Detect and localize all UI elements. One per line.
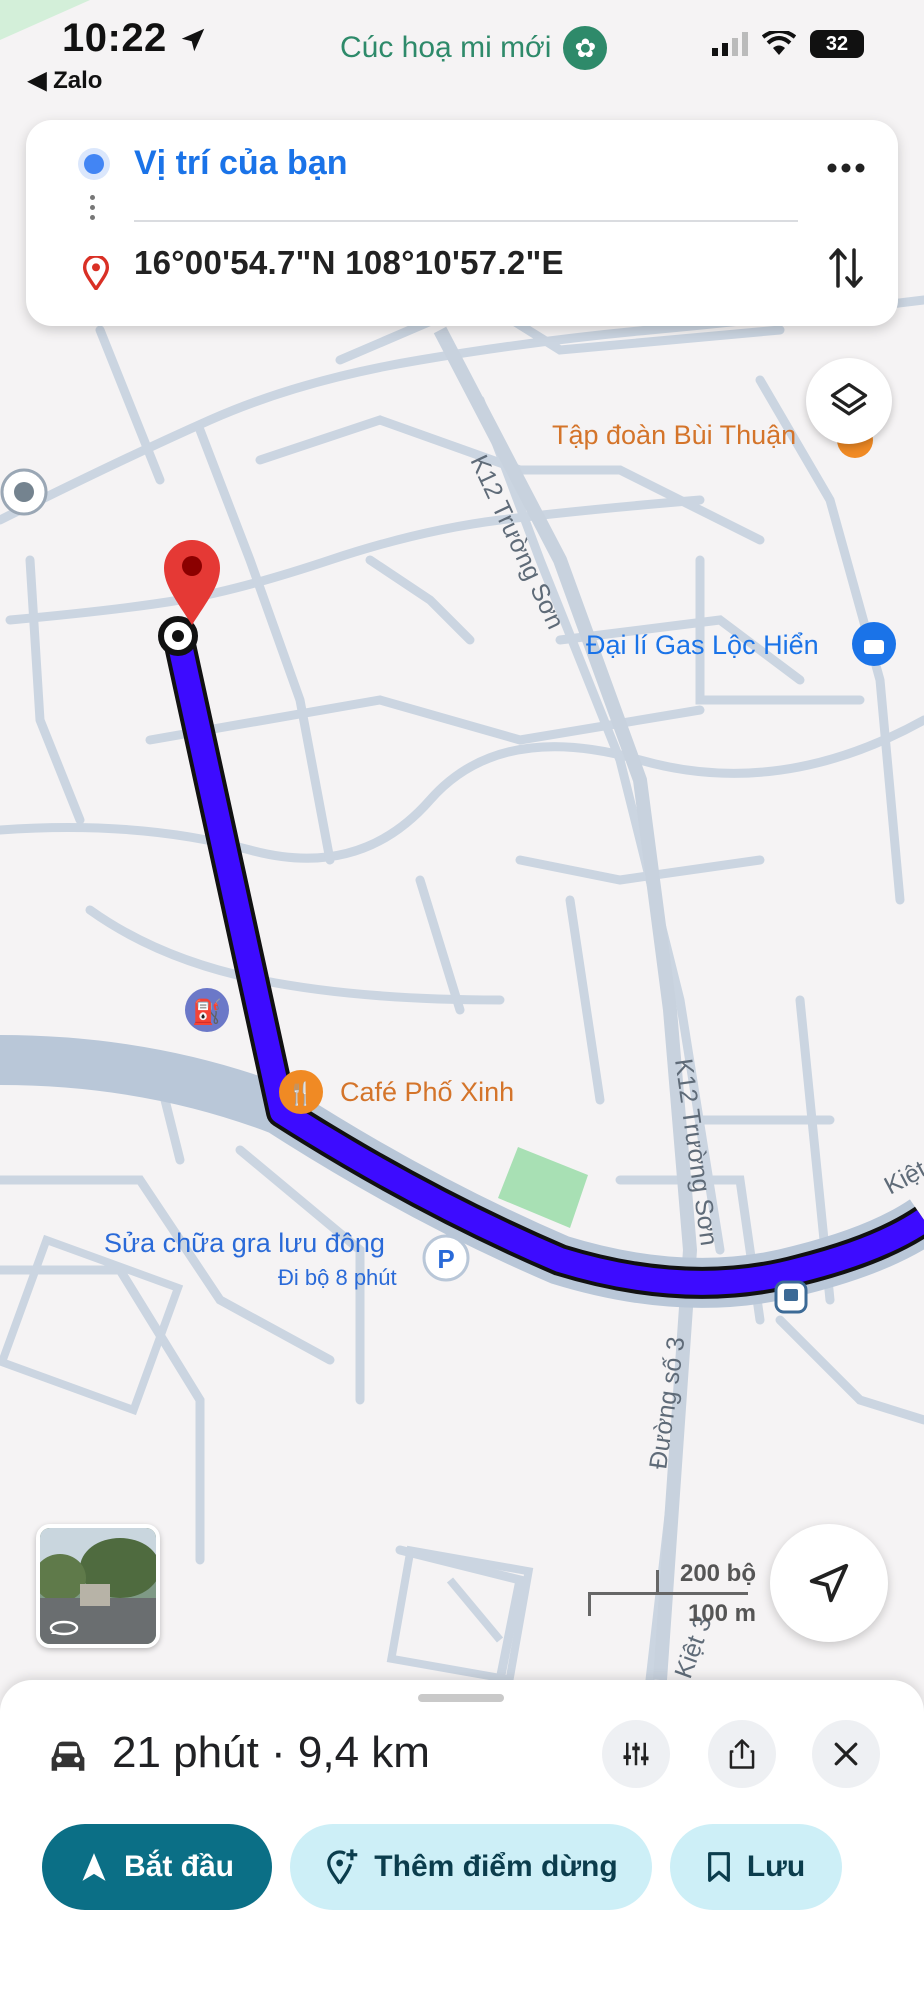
poi-walk-note: Đi bộ 8 phút	[278, 1265, 397, 1290]
rotate-360-icon	[49, 1620, 79, 1636]
swap-route-button[interactable]	[816, 238, 876, 298]
more-horiz-icon	[827, 163, 865, 173]
sheet-drag-handle[interactable]	[418, 1694, 504, 1702]
add-stop-button[interactable]: Thêm điểm dừng	[290, 1824, 652, 1910]
navigation-icon	[82, 1853, 106, 1881]
poi-cafe-pho-xinh[interactable]: Café Phố Xinh	[340, 1077, 514, 1108]
route-options-button[interactable]	[602, 1720, 670, 1788]
save-label: Lưu	[746, 1850, 806, 1883]
directions-card: Vị trí của bạn 16°00'54.7"N 108°10'57.2"…	[26, 120, 898, 326]
close-icon	[834, 1742, 858, 1766]
poi-gas-loc-hien[interactable]: Đại lí Gas Lộc Hiển	[586, 630, 819, 661]
start-label: Bắt đầu	[123, 1850, 234, 1883]
tune-icon	[623, 1742, 649, 1766]
flower-icon: ✿	[563, 26, 608, 70]
battery-indicator: 32	[810, 30, 864, 58]
signal-icon	[712, 32, 748, 56]
layers-icon	[830, 382, 868, 416]
share-icon	[729, 1739, 755, 1769]
start-navigation-button[interactable]: Bắt đầu	[42, 1824, 272, 1910]
map-scale: 200 bộ 100 m	[586, 1560, 756, 1627]
destination-pin-small-icon	[82, 256, 110, 290]
poi-sua-chua[interactable]: Sửa chữa gra lưu đông	[104, 1228, 385, 1259]
destination-field[interactable]: 16°00'54.7"N 108°10'57.2"E	[134, 244, 564, 282]
save-button[interactable]: Lưu	[670, 1824, 842, 1910]
scale-feet-label: 200 bộ	[679, 1560, 756, 1587]
scale-meter-label: 100 m	[687, 1600, 756, 1627]
svg-text:🍴: 🍴	[287, 1081, 314, 1107]
navigation-arrow-icon	[809, 1563, 849, 1603]
status-time: 10:22	[62, 16, 208, 61]
layers-button[interactable]	[806, 358, 892, 444]
street-view-thumbnail[interactable]	[36, 1524, 160, 1648]
location-arrow-icon	[182, 29, 205, 52]
my-location-button[interactable]	[770, 1524, 888, 1642]
car-icon	[51, 1741, 85, 1771]
svg-text:⛽: ⛽	[192, 998, 222, 1026]
svg-text:P: P	[437, 1244, 454, 1274]
add-stop-label: Thêm điểm dừng	[374, 1850, 618, 1883]
route-bottom-sheet: 21 phút · 9,4 km Bắt đầu Thêm điểm dừng	[0, 1680, 924, 2000]
more-options-button[interactable]	[816, 140, 876, 196]
wifi-icon	[762, 31, 796, 55]
bookmark-icon	[707, 1852, 730, 1882]
my-location-dot-icon	[84, 154, 104, 174]
route-dots-icon	[90, 190, 96, 225]
origin-field[interactable]: Vị trí của bạn	[134, 144, 348, 183]
trip-summary: 21 phút · 9,4 km	[112, 1728, 430, 1777]
notification-banner: Cúc hoạ mi mới ✿	[340, 26, 608, 70]
status-icons: 32	[712, 30, 864, 58]
swap-vert-icon	[829, 248, 863, 288]
close-button[interactable]	[812, 1720, 880, 1788]
back-to-app-link[interactable]: ◀ Zalo	[28, 66, 102, 95]
poi-bui-thuan[interactable]: Tập đoàn Bùi Thuận	[552, 420, 796, 451]
add-location-icon	[327, 1849, 358, 1885]
share-button[interactable]	[708, 1720, 776, 1788]
divider	[134, 220, 798, 222]
